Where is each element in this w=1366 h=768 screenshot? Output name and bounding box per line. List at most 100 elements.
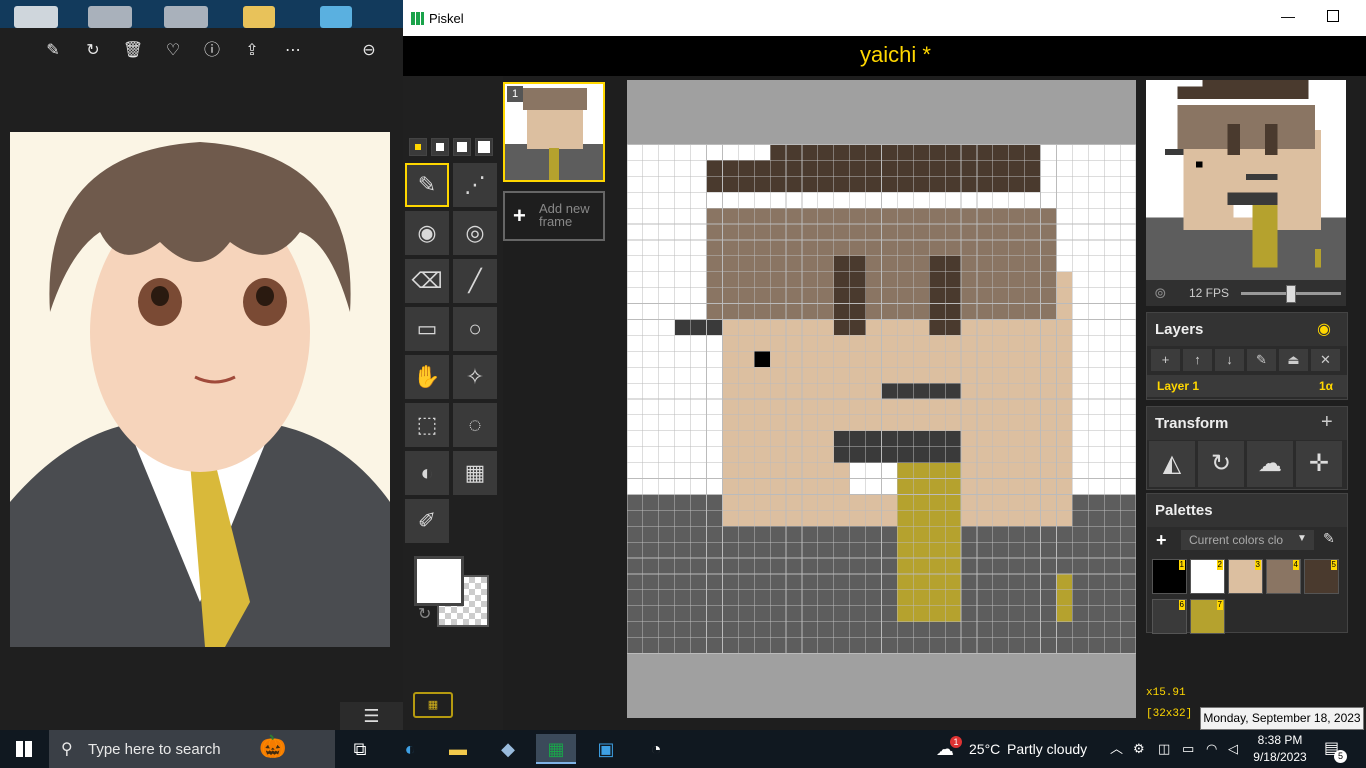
notes-app-icon[interactable]: ◆ [488, 734, 528, 764]
eye-icon[interactable]: ◉ [1317, 319, 1331, 339]
primary-color[interactable] [414, 556, 464, 606]
palette-color-index: 3 [1254, 560, 1261, 570]
palette-color-index: 5 [1330, 560, 1337, 570]
add-transform-icon[interactable]: + [1321, 411, 1333, 434]
palette-color-2[interactable]: 2 [1190, 559, 1225, 594]
palette-color-7[interactable]: 7 [1190, 599, 1225, 634]
chevron-up-icon[interactable]: ︿ [1110, 730, 1123, 768]
windows-start-icon[interactable] [16, 741, 32, 757]
palette-color-6[interactable]: 6 [1152, 599, 1187, 634]
vertical-mirror-pen-icon[interactable]: ⋰ [453, 163, 497, 207]
notification-count: 5 [1334, 750, 1347, 763]
rename-layer-icon[interactable]: ✎ [1247, 349, 1276, 371]
paint-bucket-icon[interactable]: ◉ [405, 211, 449, 255]
palettes-panel: Palettes + Current colors clo ▼ ✎ 1 2 3 4 5 6… [1146, 493, 1348, 634]
document-title[interactable]: yaichi * [403, 42, 1366, 68]
chevron-down-icon[interactable]: ▼ [1297, 533, 1307, 544]
pen-size-3[interactable] [453, 138, 471, 156]
meet-now-icon[interactable]: ◫ [1158, 730, 1170, 768]
lighten-tool-icon[interactable]: ◐ [405, 451, 449, 495]
search-icon: ⚲ [61, 741, 73, 758]
delete-icon[interactable]: 🗑 [122, 40, 144, 62]
palettes-title: Palettes [1147, 494, 1347, 527]
weather-text[interactable]: Partly cloudy [1007, 730, 1087, 768]
desktop-shortcut-icon[interactable] [164, 6, 208, 28]
task-view-icon[interactable]: ⧉ [340, 734, 380, 764]
desktop-shortcut-icon[interactable] [88, 6, 132, 28]
lasso-selection-icon[interactable]: ◌ [453, 403, 497, 447]
maximize-button[interactable] [1327, 10, 1339, 22]
battery-icon[interactable]: ▭ [1182, 730, 1194, 768]
folder-icon[interactable] [243, 6, 275, 28]
rectangle-selection-icon[interactable]: ⬚ [405, 403, 449, 447]
flip-icon[interactable]: ◭ [1149, 441, 1195, 487]
shape-selection-icon[interactable]: ✧ [453, 355, 497, 399]
photos-menu-button[interactable]: ☰ [340, 702, 403, 730]
weather-badge: 1 [950, 736, 962, 748]
palette-color-3[interactable]: 3 [1228, 559, 1263, 594]
move-layer-down-icon[interactable]: ↓ [1215, 349, 1244, 371]
delete-layer-icon[interactable]: ✕ [1311, 349, 1340, 371]
rotate-icon[interactable]: ↻ [1198, 441, 1244, 487]
edit-icon[interactable]: ✎ [42, 40, 64, 62]
pen-size-2[interactable] [431, 138, 449, 156]
color-picker-icon[interactable]: ✐ [405, 499, 449, 543]
file-icon[interactable] [320, 6, 352, 28]
keyboard-shortcuts-icon[interactable]: ▦ [413, 692, 453, 718]
paint-all-same-color-icon[interactable]: ◎ [453, 211, 497, 255]
dithering-tool-icon[interactable]: ▦ [453, 451, 497, 495]
minimize-button[interactable]: — [1281, 8, 1295, 24]
file-explorer-icon[interactable]: ▬ [438, 734, 478, 764]
merge-layer-icon[interactable]: ⏏ [1279, 349, 1308, 371]
recycle-bin-icon[interactable] [14, 6, 58, 28]
weather-icon[interactable]: ☁ [936, 730, 954, 768]
tray-app-icon[interactable]: ⚙ [1133, 730, 1145, 768]
clone-sheep-icon[interactable]: ☁ [1247, 441, 1293, 487]
layer-alpha[interactable]: 1α [1319, 379, 1333, 393]
eraser-icon[interactable]: ⌫ [405, 259, 449, 303]
move-layer-up-icon[interactable]: ↑ [1183, 349, 1212, 371]
pen-tool-icon[interactable]: ✎ [405, 163, 449, 207]
layer-row[interactable]: Layer 1 1α [1147, 375, 1347, 397]
add-new-frame-button[interactable]: + Add new frame [503, 191, 605, 241]
swap-colors-icon[interactable]: ↻ [418, 604, 431, 624]
volume-icon[interactable]: ◁ [1228, 730, 1238, 768]
piskel-taskbar-icon[interactable]: ▦ [536, 734, 576, 764]
edge-browser-icon[interactable]: ◐ [390, 734, 430, 764]
info-icon[interactable]: ⓘ [201, 40, 223, 62]
rectangle-tool-icon[interactable]: ▭ [405, 307, 449, 351]
onion-skin-icon[interactable]: ⊚ [1154, 284, 1167, 302]
zoom-out-icon[interactable]: ⊖ [358, 40, 380, 62]
edit-palette-icon[interactable]: ✎ [1323, 530, 1335, 547]
pixel-art [626, 144, 1137, 654]
wifi-icon[interactable]: ◠ [1206, 730, 1217, 768]
stroke-tool-icon[interactable]: ╱ [453, 259, 497, 303]
circle-tool-icon[interactable]: ○ [453, 307, 497, 351]
plus-icon: + [513, 203, 526, 228]
halloween-pumpkin-icon: 🎃 [259, 734, 287, 759]
frame-thumbnail[interactable]: 1 [503, 82, 605, 182]
move-hand-icon[interactable]: ✋ [405, 355, 449, 399]
palette-color-4[interactable]: 4 [1266, 559, 1301, 594]
center-icon[interactable]: ✛ [1296, 441, 1342, 487]
fps-slider-handle[interactable] [1286, 285, 1296, 303]
clock-app-icon[interactable]: ◔ [636, 734, 676, 764]
anime-boy-illustration [10, 132, 390, 647]
favorite-icon[interactable]: ♡ [162, 40, 184, 62]
piskel-logo-icon [411, 12, 424, 25]
pixel-canvas[interactable] [626, 144, 1137, 654]
taskbar-search[interactable]: ⚲ Type here to search 🎃 [49, 730, 335, 768]
rotate-icon[interactable]: ↻ [82, 40, 104, 62]
photos-app-icon[interactable]: ▣ [586, 734, 626, 764]
palette-select[interactable]: Current colors clo [1181, 530, 1314, 550]
clock[interactable]: 8:38 PM 9/18/2023 [1250, 732, 1310, 766]
palette-color-5[interactable]: 5 [1304, 559, 1339, 594]
pen-size-4[interactable] [475, 138, 493, 156]
palette-color-1[interactable]: 1 [1152, 559, 1187, 594]
add-palette-icon[interactable]: + [1156, 530, 1167, 551]
add-layer-icon[interactable]: + [1151, 349, 1180, 371]
pen-size-1[interactable] [409, 138, 427, 156]
share-icon[interactable]: ⇪ [241, 40, 263, 62]
weather-temp[interactable]: 25°C [969, 730, 1000, 768]
more-icon[interactable]: ⋯ [282, 40, 304, 62]
